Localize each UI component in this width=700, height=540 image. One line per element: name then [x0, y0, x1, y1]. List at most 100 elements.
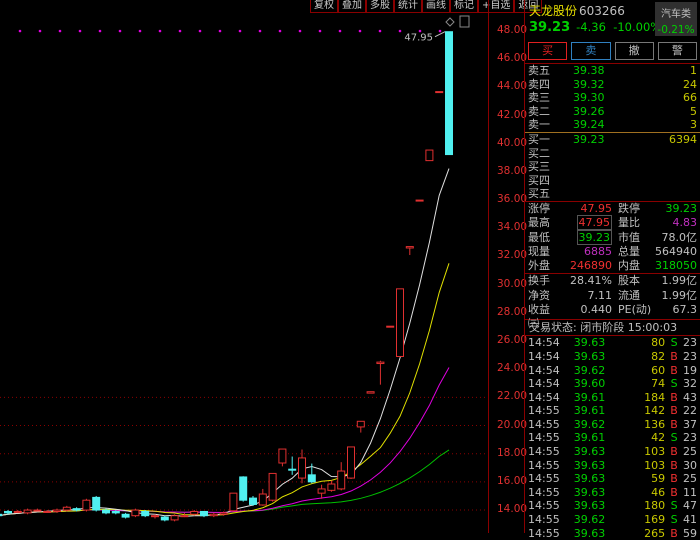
ma60-line: [0, 449, 450, 516]
stat-value: 67.3: [672, 303, 698, 317]
trade-time: 14:55: [528, 431, 560, 445]
high-price-label: 47.95: [404, 33, 433, 44]
level-price: 39.26: [573, 104, 605, 118]
stat-label: 收益㈢: [528, 303, 550, 331]
stat-label: 跌停: [618, 201, 640, 215]
stat-value-text: 4.83: [672, 216, 698, 230]
level-price: [573, 174, 633, 188]
trade-side: B: [670, 417, 678, 431]
trade-volume: 60: [651, 363, 666, 377]
stat-label: 股本: [618, 274, 640, 288]
candle-body: [435, 91, 444, 94]
trade-row: 14:55 39.63 46 B 11: [525, 486, 700, 500]
alert-button[interactable]: 警: [657, 42, 697, 60]
stat-label: 量比: [618, 216, 640, 230]
diamond-icon: [445, 17, 455, 27]
candle-body: [111, 510, 120, 514]
candle-body: [4, 510, 12, 514]
trade-price: 39.63: [573, 485, 606, 499]
stat-value: 246890: [558, 259, 612, 273]
stat-value: 47.95: [558, 215, 612, 231]
trade-price: 39.63: [573, 526, 606, 540]
candle-body: [121, 513, 130, 518]
candle-body: [307, 474, 316, 483]
sell-button[interactable]: 卖: [571, 42, 611, 60]
stock-code: 603266: [579, 4, 625, 18]
trade-volume: 103: [644, 445, 666, 459]
price-tick-label: 18.00: [497, 446, 528, 459]
trade-row: 14:55 39.62 169 S 41: [525, 513, 700, 527]
price-axis: 48.00 46.00 44.00 42.00 40.00 38.00 36.00 34.00…: [488, 0, 528, 533]
trade-time: 14:55: [528, 445, 560, 459]
stat-row: 换手 28.41% 股本 1.99亿: [525, 274, 700, 288]
limit-marker-dot: [158, 29, 162, 33]
level-volume: 24: [683, 77, 697, 91]
price-tick-label: 14.00: [497, 503, 528, 516]
toolbar-button[interactable]: 叠加: [338, 0, 366, 13]
level-price: [573, 147, 633, 161]
toolbar-button[interactable]: 标记: [450, 0, 478, 13]
trade-time: 14:55: [528, 513, 560, 527]
stat-value: 28.41%: [570, 274, 612, 288]
price-tick-label: 34.00: [497, 221, 528, 234]
candle-body: [445, 31, 453, 156]
price-change: -4.36: [576, 20, 606, 34]
trade-row: 14:55 39.63 103 B 25: [525, 445, 700, 459]
trade-volume: 80: [651, 336, 666, 350]
trade-price: 39.60: [573, 377, 606, 391]
limit-marker-dot: [98, 29, 102, 33]
toolbar-button[interactable]: 画线: [422, 0, 450, 13]
fundamentals-block: 换手 28.41% 股本 1.99亿 净资 7.11 流通 1.99亿 收益㈢ 0.440 PE(动…: [525, 274, 700, 331]
bid-row: 买二: [525, 147, 700, 161]
ask-row: 卖四 39.32 24: [525, 78, 700, 92]
candle-body: [396, 288, 404, 357]
toolbar-button[interactable]: 复权: [310, 0, 338, 13]
stat-value-text: 47.95: [580, 201, 613, 215]
level-label: 买二: [528, 146, 550, 160]
price-tick-label: 28.00: [497, 305, 528, 318]
candle-body: [160, 516, 169, 521]
level-volume: 3: [690, 118, 697, 132]
level-price: 39.38: [573, 64, 605, 77]
cancel-button[interactable]: 撤: [614, 42, 654, 60]
trade-count: 43: [683, 390, 698, 404]
buy-button[interactable]: 买: [528, 42, 568, 60]
trade-price: 39.63: [573, 499, 606, 513]
stat-value: 78.0亿: [661, 230, 698, 244]
candle-body: [82, 499, 91, 511]
ask-row: 卖三 39.30 66: [525, 91, 700, 105]
level-label: 买三: [528, 160, 550, 174]
trade-side: S: [670, 377, 678, 391]
level-volume: [633, 174, 697, 188]
trade-side: B: [670, 485, 678, 499]
limit-marker-dot: [278, 29, 282, 33]
candle-body: [337, 470, 346, 490]
trade-time: 14:55: [528, 458, 560, 472]
stat-label: 总量: [618, 244, 640, 258]
sector-badge[interactable]: 汽车类 -0.21%: [655, 2, 697, 36]
candle-body: [200, 510, 208, 517]
toolbar-button[interactable]: 统计: [394, 0, 422, 13]
stat-value: 318050: [650, 259, 697, 273]
stat-row: 外盘 246890 内盘 318050: [525, 259, 700, 273]
trade-price: 39.63: [573, 349, 606, 363]
stat-value: 0.440: [580, 303, 613, 317]
stat-value-text: 318050: [655, 259, 697, 273]
stat-label: 净资: [528, 288, 550, 302]
stat-label: 流通: [618, 288, 640, 302]
limit-marker-dot: [258, 29, 262, 33]
candle-body: [288, 468, 297, 471]
trade-volume: 74: [651, 377, 666, 391]
candle-body: [72, 508, 81, 511]
candle-body: [53, 509, 61, 512]
trade-time: 14:55: [528, 526, 560, 540]
trade-count: 23: [683, 431, 698, 445]
price-tick-label: 42.00: [497, 108, 528, 121]
limit-marker-dot: [18, 29, 22, 33]
tick-trades-list[interactable]: 14:54 39.63 80 S 23 14:54 39.63 82 B 23 14:54 39.62…: [525, 336, 700, 540]
trade-time: 14:54: [528, 349, 560, 363]
candlestick-chart[interactable]: 47.95: [0, 13, 488, 533]
toolbar-button[interactable]: 多股: [366, 0, 394, 13]
stat-value: 7.11: [587, 288, 613, 302]
candle-body: [249, 497, 257, 505]
